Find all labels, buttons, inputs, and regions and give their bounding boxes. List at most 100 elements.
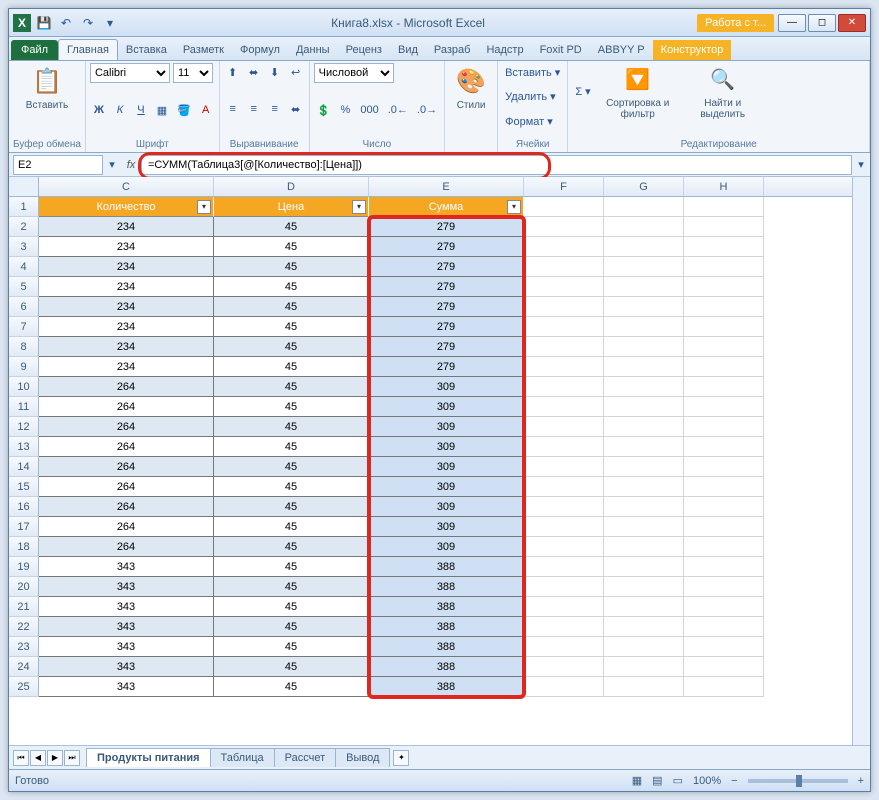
tab-view[interactable]: Вид bbox=[390, 40, 426, 60]
data-cell[interactable]: 264 bbox=[39, 417, 214, 437]
empty-cell[interactable] bbox=[684, 477, 764, 497]
tab-constructor[interactable]: Конструктор bbox=[653, 40, 732, 60]
empty-cell[interactable] bbox=[604, 477, 684, 497]
empty-cell[interactable] bbox=[684, 357, 764, 377]
empty-cell[interactable] bbox=[604, 577, 684, 597]
data-cell[interactable]: 388 bbox=[369, 617, 524, 637]
data-cell[interactable]: 45 bbox=[214, 617, 369, 637]
increase-decimal-button[interactable]: .0← bbox=[385, 101, 411, 119]
data-cell[interactable]: 388 bbox=[369, 557, 524, 577]
empty-cell[interactable] bbox=[684, 657, 764, 677]
empty-cell[interactable] bbox=[524, 517, 604, 537]
row-header[interactable]: 4 bbox=[9, 257, 39, 277]
data-cell[interactable]: 45 bbox=[214, 317, 369, 337]
empty-cell[interactable] bbox=[604, 377, 684, 397]
data-cell[interactable]: 45 bbox=[214, 377, 369, 397]
data-cell[interactable]: 388 bbox=[369, 597, 524, 617]
data-cell[interactable]: 45 bbox=[214, 277, 369, 297]
data-cell[interactable]: 45 bbox=[214, 497, 369, 517]
empty-cell[interactable] bbox=[524, 557, 604, 577]
empty-cell[interactable] bbox=[684, 557, 764, 577]
fx-icon[interactable]: fx bbox=[121, 159, 141, 171]
empty-cell[interactable] bbox=[604, 537, 684, 557]
border-button[interactable]: ▦ bbox=[153, 101, 171, 119]
row-header[interactable]: 2 bbox=[9, 217, 39, 237]
data-cell[interactable]: 343 bbox=[39, 637, 214, 657]
empty-cell[interactable] bbox=[684, 457, 764, 477]
empty-cell[interactable] bbox=[604, 417, 684, 437]
italic-button[interactable]: К bbox=[111, 101, 129, 119]
data-cell[interactable]: 343 bbox=[39, 597, 214, 617]
wrap-text-button[interactable]: ↩ bbox=[287, 63, 305, 81]
data-cell[interactable]: 45 bbox=[214, 517, 369, 537]
data-cell[interactable]: 343 bbox=[39, 577, 214, 597]
empty-cell[interactable] bbox=[684, 597, 764, 617]
zoom-in-icon[interactable]: + bbox=[858, 775, 864, 787]
undo-icon[interactable]: ↶ bbox=[57, 14, 75, 32]
row-header[interactable]: 23 bbox=[9, 637, 39, 657]
tab-layout[interactable]: Разметк bbox=[175, 40, 232, 60]
col-header-c[interactable]: C bbox=[39, 177, 214, 196]
data-cell[interactable]: 45 bbox=[214, 237, 369, 257]
data-cell[interactable]: 309 bbox=[369, 377, 524, 397]
zoom-out-icon[interactable]: − bbox=[731, 775, 737, 787]
sheet-nav-next-icon[interactable]: ▶ bbox=[47, 750, 63, 766]
empty-cell[interactable] bbox=[524, 537, 604, 557]
empty-cell[interactable] bbox=[684, 617, 764, 637]
font-size-select[interactable]: 11 bbox=[173, 63, 213, 83]
tab-formulas[interactable]: Формул bbox=[232, 40, 288, 60]
empty-cell[interactable] bbox=[604, 297, 684, 317]
decrease-decimal-button[interactable]: .0→ bbox=[414, 101, 440, 119]
row-header[interactable]: 8 bbox=[9, 337, 39, 357]
new-sheet-icon[interactable]: ✦ bbox=[393, 750, 409, 766]
data-cell[interactable]: 279 bbox=[369, 237, 524, 257]
data-cell[interactable]: 279 bbox=[369, 277, 524, 297]
row-header[interactable]: 3 bbox=[9, 237, 39, 257]
empty-cell[interactable] bbox=[684, 317, 764, 337]
data-cell[interactable]: 279 bbox=[369, 297, 524, 317]
row-header[interactable]: 13 bbox=[9, 437, 39, 457]
worksheet[interactable]: C D E F G H 1 Количество▾ Цена▾ Сумма▾ 2 bbox=[9, 177, 852, 745]
data-cell[interactable]: 45 bbox=[214, 477, 369, 497]
empty-cell[interactable] bbox=[524, 417, 604, 437]
data-cell[interactable]: 45 bbox=[214, 297, 369, 317]
table-header-cell[interactable]: Цена▾ bbox=[214, 197, 369, 217]
tab-addins[interactable]: Надстр bbox=[478, 40, 531, 60]
empty-cell[interactable] bbox=[524, 277, 604, 297]
empty-cell[interactable] bbox=[524, 257, 604, 277]
zoom-slider[interactable] bbox=[748, 779, 848, 783]
data-cell[interactable]: 309 bbox=[369, 397, 524, 417]
row-header[interactable]: 1 bbox=[9, 197, 39, 217]
bold-button[interactable]: Ж bbox=[90, 101, 108, 119]
row-header[interactable]: 10 bbox=[9, 377, 39, 397]
sheet-nav-prev-icon[interactable]: ◀ bbox=[30, 750, 46, 766]
delete-cells-button[interactable]: Удалить ▾ bbox=[502, 88, 559, 106]
empty-cell[interactable] bbox=[524, 377, 604, 397]
row-header[interactable]: 14 bbox=[9, 457, 39, 477]
data-cell[interactable]: 234 bbox=[39, 317, 214, 337]
data-cell[interactable]: 45 bbox=[214, 677, 369, 697]
row-header[interactable]: 20 bbox=[9, 577, 39, 597]
view-page-layout-icon[interactable]: ▤ bbox=[652, 774, 662, 787]
empty-cell[interactable] bbox=[684, 497, 764, 517]
empty-cell[interactable] bbox=[684, 217, 764, 237]
empty-cell[interactable] bbox=[524, 357, 604, 377]
row-header[interactable]: 12 bbox=[9, 417, 39, 437]
data-cell[interactable]: 343 bbox=[39, 557, 214, 577]
empty-cell[interactable] bbox=[684, 517, 764, 537]
data-cell[interactable]: 264 bbox=[39, 537, 214, 557]
empty-cell[interactable] bbox=[604, 457, 684, 477]
data-cell[interactable]: 234 bbox=[39, 337, 214, 357]
empty-cell[interactable] bbox=[684, 257, 764, 277]
align-center-button[interactable]: ≡ bbox=[245, 100, 263, 118]
empty-cell[interactable] bbox=[524, 477, 604, 497]
zoom-level[interactable]: 100% bbox=[693, 775, 721, 787]
underline-button[interactable]: Ч bbox=[132, 101, 150, 119]
empty-cell[interactable] bbox=[524, 437, 604, 457]
empty-cell[interactable] bbox=[524, 657, 604, 677]
row-header[interactable]: 15 bbox=[9, 477, 39, 497]
close-button[interactable]: ✕ bbox=[838, 14, 866, 32]
empty-cell[interactable] bbox=[604, 657, 684, 677]
col-header-e[interactable]: E bbox=[369, 177, 524, 196]
empty-cell[interactable] bbox=[524, 637, 604, 657]
